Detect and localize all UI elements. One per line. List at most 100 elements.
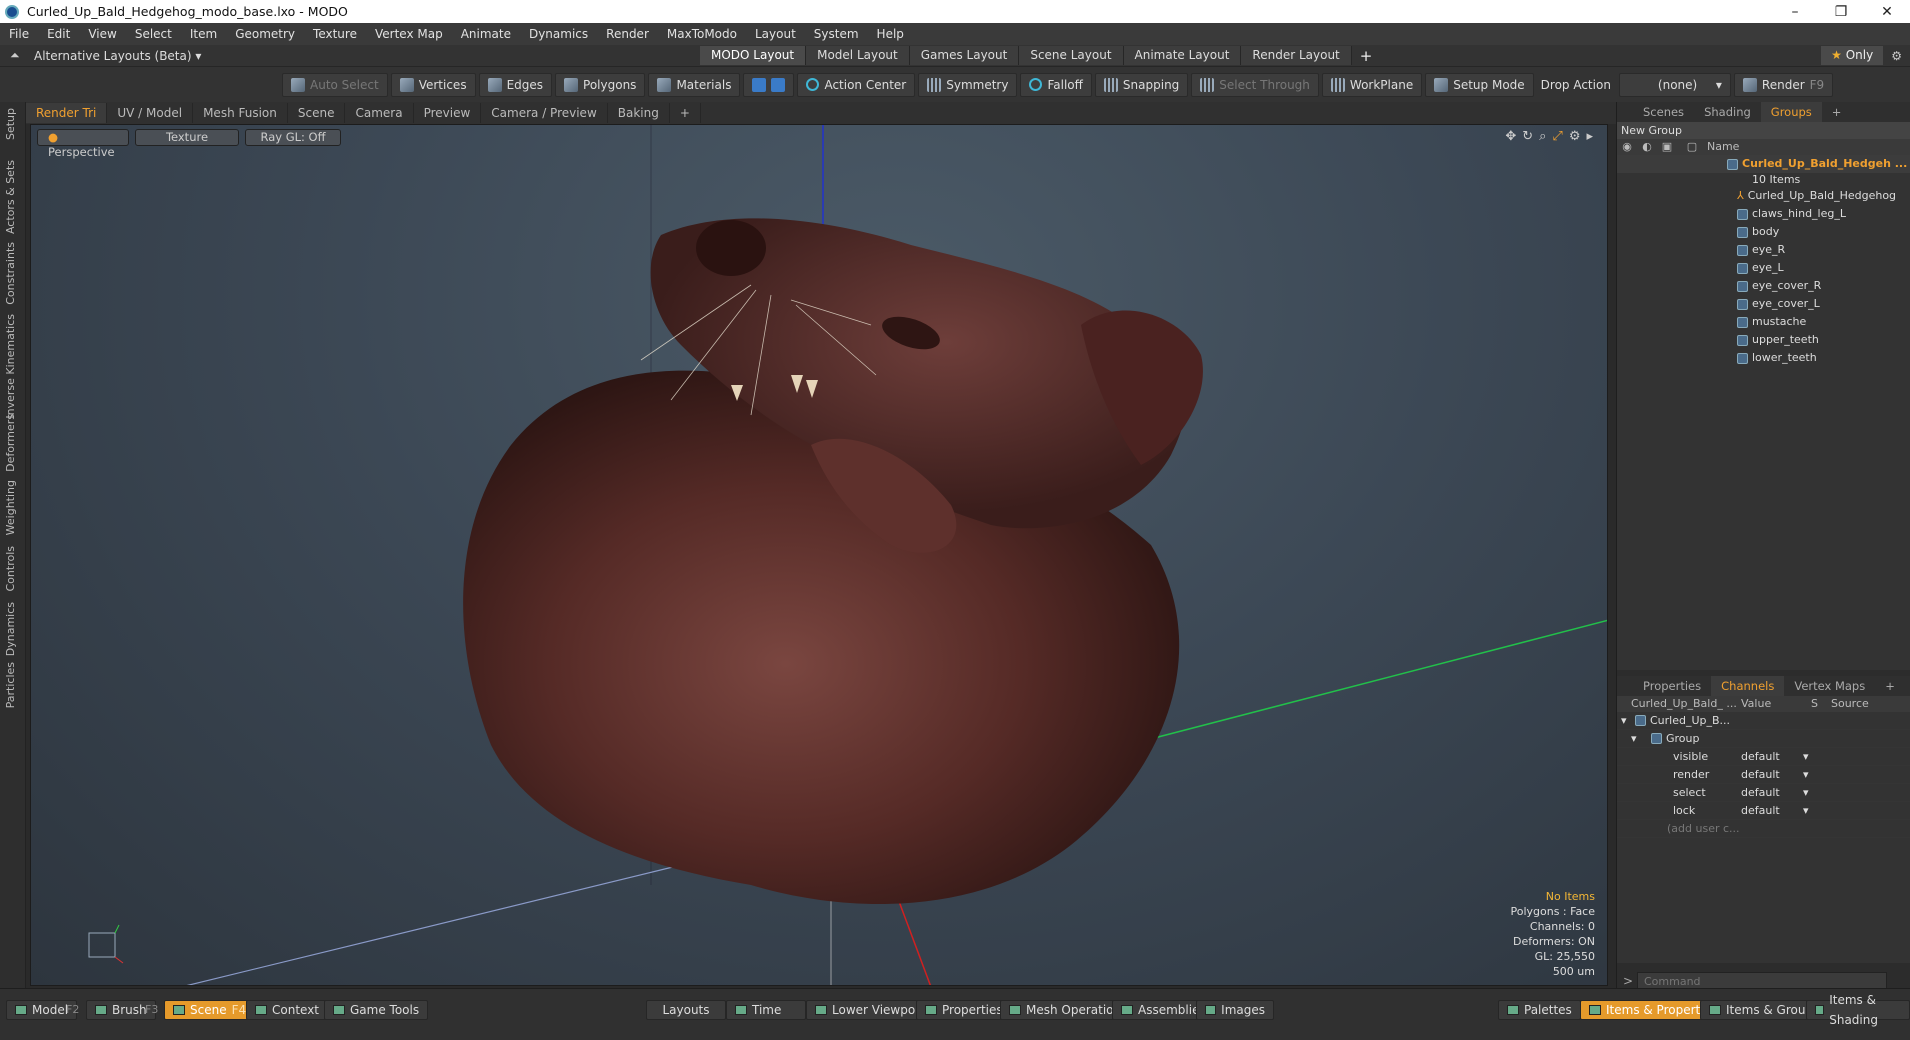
tab-setup[interactable]: Setup	[4, 108, 17, 140]
vertices-button[interactable]: Vertices	[390, 72, 476, 97]
tab-model-layout[interactable]: Model Layout	[806, 46, 910, 65]
list-item[interactable]: eye_cover_L	[1617, 295, 1910, 313]
list-item[interactable]: claws_hind_leg_L	[1617, 205, 1910, 223]
channel-row-render[interactable]: render default ▾	[1617, 766, 1910, 784]
tab-particles[interactable]: Particles	[4, 662, 17, 708]
select-icon[interactable]: ▢	[1677, 139, 1707, 155]
tab-deformers[interactable]: Deformers	[4, 414, 17, 472]
restore-icon[interactable]: ❐	[1818, 4, 1864, 20]
tab-scenes[interactable]: Scenes	[1633, 102, 1694, 122]
tab-mesh-fusion[interactable]: Mesh Fusion	[193, 103, 288, 123]
menu-vertex-map[interactable]: Vertex Map	[366, 27, 452, 41]
chevron-down-icon[interactable]: ▾	[1803, 802, 1809, 820]
edges-button[interactable]: Edges	[478, 72, 553, 97]
list-item[interactable]: body	[1617, 223, 1910, 241]
tab-preview[interactable]: Preview	[414, 103, 482, 123]
tab-games-layout[interactable]: Games Layout	[909, 46, 1020, 65]
game-tools-button[interactable]: Game Tools	[324, 1000, 429, 1020]
menu-file[interactable]: File	[0, 27, 38, 41]
time-button[interactable]: Time	[726, 1000, 806, 1020]
zoom-icon[interactable]: ⌕	[1539, 129, 1546, 144]
falloff-button[interactable]: Falloff	[1020, 72, 1092, 97]
list-item[interactable]: ⅄ Curled_Up_Bald_Hedgehog	[1617, 187, 1910, 205]
add-layout-icon[interactable]: +	[1352, 47, 1381, 65]
list-item[interactable]: eye_R	[1617, 241, 1910, 259]
raygl-button[interactable]: Ray GL: Off	[245, 129, 341, 146]
menu-help[interactable]: Help	[868, 27, 913, 41]
snapping-button[interactable]: Snapping	[1094, 72, 1189, 97]
tab-properties[interactable]: Properties	[1633, 676, 1711, 696]
tab-camera-preview[interactable]: Camera / Preview	[481, 103, 608, 123]
tab-vertex-maps[interactable]: Vertex Maps	[1784, 676, 1875, 696]
render-button[interactable]: Render F9	[1733, 72, 1834, 97]
play-icon[interactable]: ▸	[1586, 129, 1593, 144]
images-button[interactable]: Images	[1196, 1000, 1274, 1020]
tab-modo-layout[interactable]: MODO Layout	[700, 46, 807, 65]
tab-controls[interactable]: Controls	[4, 546, 17, 592]
pan-icon[interactable]: ✥	[1505, 129, 1516, 144]
context-button[interactable]: Context	[246, 1000, 329, 1020]
list-item[interactable]: upper_teeth	[1617, 331, 1910, 349]
group-root-row[interactable]: Curled_Up_Bald_Hedgeh ...	[1617, 155, 1910, 173]
selection-sets-button[interactable]	[743, 72, 795, 97]
chevron-down-icon[interactable]: ▾	[1803, 766, 1809, 784]
palettes-button[interactable]: Palettes	[1498, 1000, 1581, 1020]
tab-constraints[interactable]: Constraints	[4, 242, 17, 305]
add-tab-icon[interactable]: +	[1875, 676, 1905, 696]
menu-view[interactable]: View	[79, 27, 125, 41]
menu-edit[interactable]: Edit	[38, 27, 79, 41]
3d-viewport[interactable]: ● Perspective Texture Ray GL: Off ✥ ↻ ⌕ …	[30, 124, 1608, 986]
menu-animate[interactable]: Animate	[452, 27, 520, 41]
drop-action-select[interactable]: (none) ▾	[1618, 72, 1731, 97]
tab-render-layout[interactable]: Render Layout	[1241, 46, 1352, 65]
lock-icon[interactable]: ▣	[1657, 139, 1677, 155]
tab-groups[interactable]: Groups	[1760, 102, 1822, 122]
tab-dynamics[interactable]: Dynamics	[4, 602, 17, 656]
menu-select[interactable]: Select	[126, 27, 181, 41]
gear-icon[interactable]: ⚙	[1569, 129, 1581, 144]
channel-root-row[interactable]: ▾ Curled_Up_B...	[1617, 712, 1910, 730]
tab-shading[interactable]: Shading	[1694, 102, 1761, 122]
workplane-button[interactable]: WorkPlane	[1321, 72, 1423, 97]
new-group-button[interactable]: New Group	[1617, 122, 1910, 139]
tab-channels[interactable]: Channels	[1711, 676, 1785, 696]
add-tab-icon[interactable]: +	[1822, 102, 1852, 122]
channel-row-lock[interactable]: lock default ▾	[1617, 802, 1910, 820]
list-item[interactable]: lower_teeth	[1617, 349, 1910, 367]
tab-inverse-kinematics[interactable]: Inverse Kinematics	[4, 314, 17, 419]
items-shading-button[interactable]: Items & Shading	[1806, 993, 1910, 1027]
eye-icon[interactable]: ◉	[1617, 139, 1637, 155]
shading-button[interactable]: Texture	[135, 129, 239, 146]
menu-item[interactable]: Item	[181, 27, 226, 41]
scene-button[interactable]: Scene F4	[164, 1000, 256, 1020]
tab-baking[interactable]: Baking	[608, 103, 670, 123]
tab-camera[interactable]: Camera	[345, 103, 414, 123]
layout-arrow-icon[interactable]: ⏶	[10, 48, 24, 63]
add-user-channel[interactable]: (add user c...	[1617, 820, 1910, 838]
channel-row-visible[interactable]: visible default ▾	[1617, 748, 1910, 766]
polygons-button[interactable]: Polygons	[555, 72, 646, 97]
tab-animate-layout[interactable]: Animate Layout	[1123, 46, 1242, 65]
list-item[interactable]: mustache	[1617, 313, 1910, 331]
setup-mode-button[interactable]: Setup Mode	[1425, 72, 1534, 97]
channel-row-select[interactable]: select default ▾	[1617, 784, 1910, 802]
chevron-down-icon[interactable]: ▾	[1803, 748, 1809, 766]
properties-button[interactable]: Properties	[916, 1000, 1012, 1020]
channel-group-row[interactable]: ▾ Group	[1617, 730, 1910, 748]
list-item[interactable]: eye_L	[1617, 259, 1910, 277]
menu-system[interactable]: System	[805, 27, 868, 41]
gear-icon[interactable]: ⚙	[1883, 49, 1910, 63]
menu-layout[interactable]: Layout	[746, 27, 805, 41]
menu-dynamics[interactable]: Dynamics	[520, 27, 597, 41]
select-through-button[interactable]: Select Through	[1191, 72, 1319, 97]
tab-render-tri[interactable]: Render Tri	[26, 103, 108, 123]
menu-geometry[interactable]: Geometry	[226, 27, 304, 41]
chevron-down-icon[interactable]: ▾	[1803, 784, 1809, 802]
list-item[interactable]: eye_cover_R	[1617, 277, 1910, 295]
fit-icon[interactable]: ⤢	[1552, 129, 1562, 144]
tab-scene[interactable]: Scene	[288, 103, 346, 123]
close-icon[interactable]: ✕	[1864, 4, 1910, 20]
render-toggle-icon[interactable]: ◐	[1637, 139, 1657, 155]
tab-uv-model[interactable]: UV / Model	[107, 103, 194, 123]
tab-actors-sets[interactable]: Actors & Sets	[4, 160, 17, 234]
